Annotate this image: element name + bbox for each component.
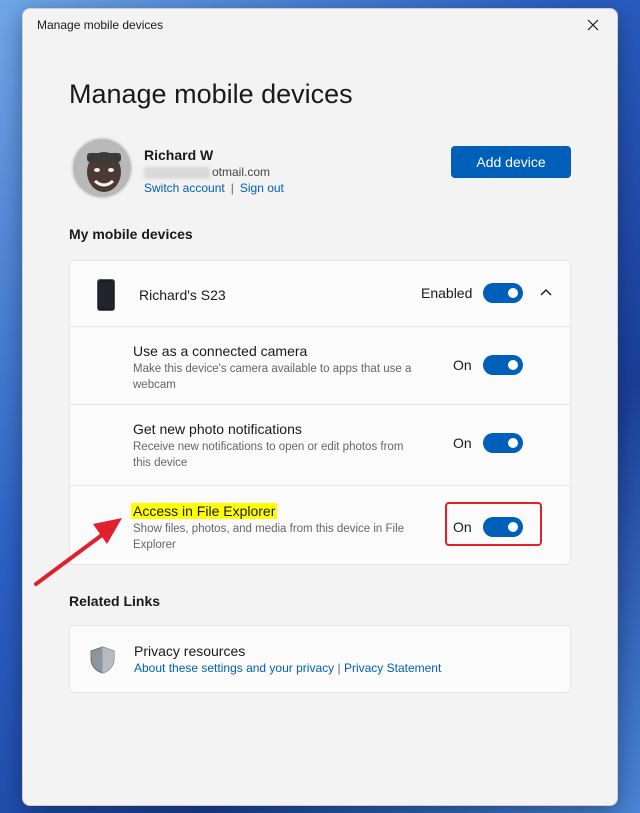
sign-out-link[interactable]: Sign out	[240, 181, 284, 195]
camera-toggle[interactable]	[483, 355, 523, 375]
setting-row-camera: Use as a connected camera Make this devi…	[70, 327, 570, 405]
device-name: Richard's S23	[139, 287, 226, 303]
link-separator: |	[230, 181, 234, 195]
setting-title: Use as a connected camera	[133, 343, 308, 359]
device-status: Enabled	[421, 285, 473, 301]
avatar	[71, 137, 133, 199]
close-icon	[587, 19, 599, 31]
window-title: Manage mobile devices	[37, 18, 164, 32]
shield-icon	[90, 646, 115, 674]
email-redaction	[144, 167, 210, 179]
user-name: Richard W	[144, 147, 214, 163]
privacy-title: Privacy resources	[134, 643, 246, 659]
privacy-links: About these settings and your privacy | …	[134, 661, 441, 675]
device-header-row[interactable]: Richard's S23 Enabled	[70, 261, 570, 327]
privacy-statement-link[interactable]: Privacy Statement	[344, 661, 441, 675]
switch-account-link[interactable]: Switch account	[144, 181, 225, 195]
setting-title: Get new photo notifications	[133, 421, 302, 437]
privacy-link-separator: |	[337, 661, 341, 675]
photo-notifications-toggle[interactable]	[483, 433, 523, 453]
annotation-box	[445, 502, 542, 546]
setting-description: Show files, photos, and media from this …	[133, 523, 405, 551]
setting-row-photo-notifications: Get new photo notifications Receive new …	[70, 405, 570, 486]
setting-description: Receive new notifications to open or edi…	[133, 441, 404, 469]
account-links: Switch account | Sign out	[144, 181, 284, 195]
phone-icon	[97, 279, 115, 311]
manage-devices-window: Manage mobile devices Manage mobile devi…	[22, 8, 618, 806]
user-email: otmail.com	[212, 165, 271, 179]
setting-state: On	[453, 435, 472, 451]
setting-title: Access in File Explorer	[131, 503, 278, 519]
about-privacy-link[interactable]: About these settings and your privacy	[134, 661, 334, 675]
related-links-heading: Related Links	[69, 593, 161, 609]
page-title: Manage mobile devices	[69, 79, 353, 109]
privacy-card: Privacy resources About these settings a…	[69, 625, 571, 693]
my-devices-heading: My mobile devices	[69, 226, 193, 242]
setting-state: On	[453, 357, 472, 373]
title-bar: Manage mobile devices	[23, 9, 617, 41]
chevron-up-icon[interactable]	[540, 288, 552, 296]
setting-description: Make this device's camera available to a…	[133, 363, 412, 391]
add-device-button[interactable]: Add device	[451, 146, 571, 178]
device-enabled-toggle[interactable]	[483, 283, 523, 303]
close-button[interactable]	[575, 11, 611, 39]
